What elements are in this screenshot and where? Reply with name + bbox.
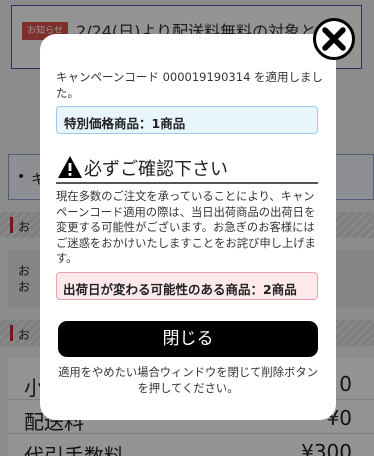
shipping-change-label: 出荷日が変わる可能性のある商品：2商品 [63,282,297,297]
close-x-glyph [322,27,346,51]
campaign-modal: キャンペーンコード 000019190314 を適用しました。 特別価格商品：1… [40,34,336,420]
shipping-notice-text: 現在多数のご注文を承っていることにより、キャンペーンコード適用の際は、当日出荷商… [56,190,316,266]
confirm-title: 必ずご確認下さい [84,159,228,180]
special-price-box: 特別価格商品：1商品 [56,106,318,134]
shipping-change-box: 出荷日が変わる可能性のある商品：2商品 [56,272,318,300]
close-button[interactable]: 閉じる [58,321,318,357]
confirm-heading: 必ずご確認下さい [56,154,318,184]
close-x-icon[interactable] [313,18,355,60]
campaign-applied-message: キャンペーンコード 000019190314 を適用しました。 [56,70,324,100]
warning-triangle-icon [58,156,82,178]
footer-note: 適用をやめたい場合ウィンドウを閉じて削除ボタンを押してください。 [58,366,318,395]
special-price-label: 特別価格商品：1商品 [64,116,186,131]
